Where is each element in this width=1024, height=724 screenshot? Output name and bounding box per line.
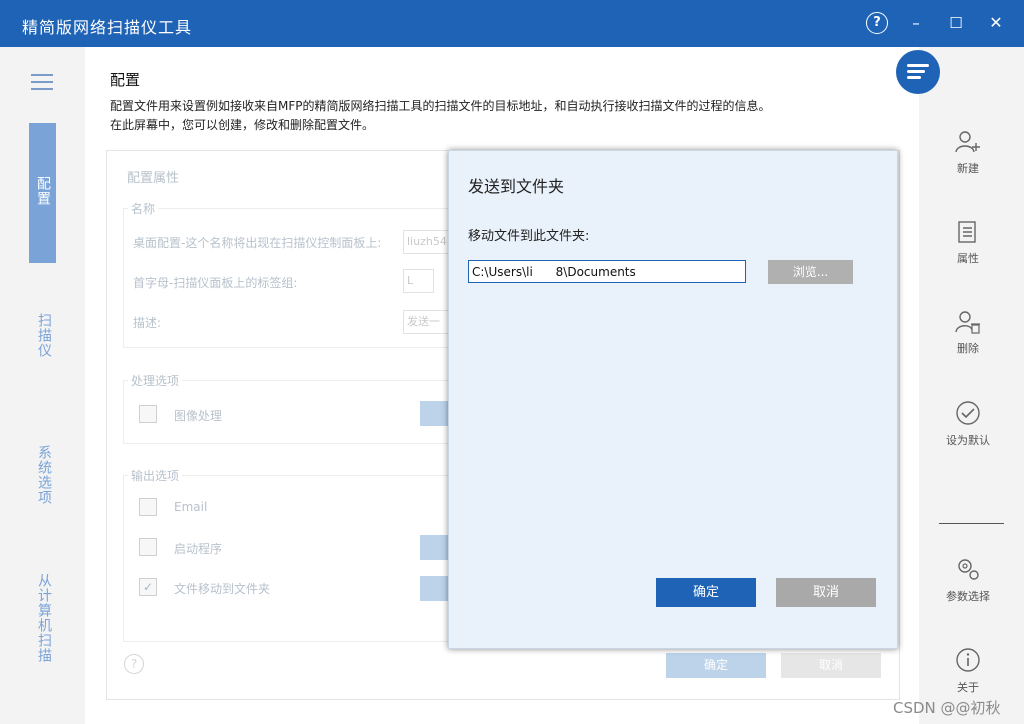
about-action[interactable]: 关于 <box>933 647 1003 695</box>
image-processing-settings-button[interactable] <box>420 401 448 426</box>
close-button[interactable]: ✕ <box>984 11 1008 35</box>
hamburger-icon[interactable] <box>31 74 53 90</box>
image-processing-label: 图像处理 <box>174 409 223 423</box>
folder-path-input[interactable] <box>468 260 746 283</box>
check-circle-icon <box>956 401 980 425</box>
processing-group-title: 处理选项 <box>128 372 183 389</box>
initial-input[interactable]: L <box>403 269 434 293</box>
description-label: 描述: <box>133 316 162 330</box>
move-to-folder-checkbox[interactable]: ✓ <box>139 578 157 596</box>
dialog-cancel-button[interactable]: 取消 <box>776 578 876 607</box>
image-processing-checkbox[interactable] <box>139 405 157 423</box>
new-action[interactable]: 新建 <box>933 130 1003 176</box>
dialog-title: 发送到文件夹 <box>468 177 565 196</box>
page-description-2: 在此屏幕中，您可以创建，修改和删除配置文件。 <box>110 118 375 132</box>
info-icon <box>956 648 980 672</box>
output-group <box>123 475 455 642</box>
properties-label: 属性 <box>957 252 979 265</box>
launch-program-settings-button[interactable] <box>420 535 448 560</box>
email-checkbox[interactable] <box>139 498 157 516</box>
move-to-folder-label: 文件移动到文件夹 <box>174 582 271 596</box>
panel-ok-button[interactable]: 确定 <box>666 653 766 678</box>
panel-cancel-button[interactable]: 取消 <box>781 653 881 678</box>
processing-group <box>123 380 455 444</box>
gear-icon <box>958 559 979 580</box>
properties-action[interactable]: 属性 <box>933 220 1003 266</box>
about-label: 关于 <box>957 681 979 694</box>
nav-item-scanner[interactable]: 扫描仪 <box>34 313 54 358</box>
description-input[interactable]: 发送一 <box>403 310 450 334</box>
name-group-title: 名称 <box>128 200 159 217</box>
initial-label: 首字母-扫描仪面板上的标签组: <box>133 276 298 290</box>
desktop-config-label: 桌面配置-这个名称将出现在扫描仪控制面板上: <box>133 236 382 250</box>
output-group-title: 输出选项 <box>128 467 183 484</box>
set-default-action[interactable]: 设为默认 <box>933 400 1003 448</box>
action-divider <box>939 523 1004 524</box>
parameters-action[interactable]: 参数选择 <box>933 556 1003 604</box>
parameters-label: 参数选择 <box>946 590 990 603</box>
nav-item-scan-from-computer[interactable]: 从计算机扫描 <box>34 573 54 663</box>
help-circle-icon[interactable]: ? <box>124 654 144 674</box>
help-icon[interactable]: ? <box>866 12 888 34</box>
page-description: 配置文件用来设置例如接收来自MFP的精简版网络扫描工具的扫描文件的目标地址，和自… <box>110 99 771 113</box>
minimize-button[interactable]: – <box>904 11 928 35</box>
panel-title: 配置属性 <box>127 171 180 186</box>
add-user-icon <box>955 131 980 153</box>
app-title: 精简版网络扫描仪工具 <box>22 18 193 37</box>
new-label: 新建 <box>957 162 979 175</box>
nav-item-config[interactable]: 配置 <box>33 176 53 206</box>
delete-label: 删除 <box>957 342 979 355</box>
desktop-config-input[interactable]: liuzh54 <box>403 230 450 254</box>
launch-program-checkbox[interactable] <box>139 538 157 556</box>
launch-program-label: 启动程序 <box>174 542 223 556</box>
browse-button[interactable]: 浏览... <box>768 260 853 284</box>
menu-icon[interactable] <box>896 50 940 94</box>
delete-user-icon <box>955 311 980 334</box>
move-to-folder-settings-button[interactable] <box>420 576 448 601</box>
properties-icon <box>958 221 976 243</box>
nav-item-system-options[interactable]: 系统选项 <box>34 445 54 505</box>
email-label: Email <box>174 500 208 514</box>
delete-action[interactable]: 删除 <box>933 310 1003 356</box>
set-default-label: 设为默认 <box>946 434 990 447</box>
maximize-button[interactable]: ☐ <box>944 11 968 35</box>
folder-path-label: 移动文件到此文件夹: <box>468 229 590 244</box>
dialog-ok-button[interactable]: 确定 <box>656 578 756 607</box>
page-title: 配置 <box>110 71 141 89</box>
watermark: CSDN @@初秋 <box>893 699 1001 717</box>
